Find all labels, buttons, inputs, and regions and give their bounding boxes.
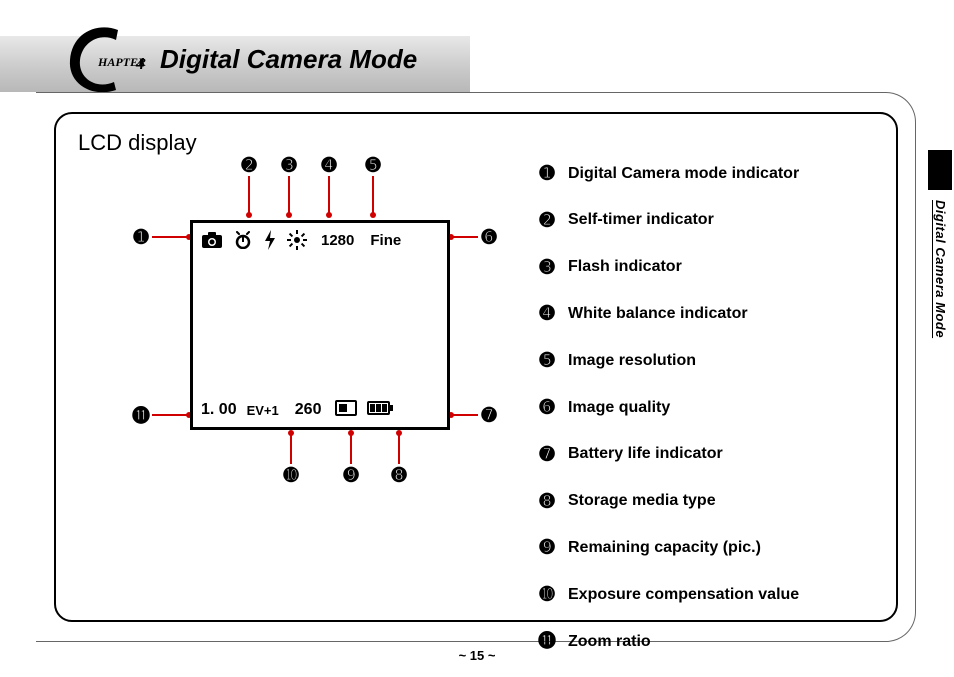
leader <box>398 434 400 464</box>
leader <box>350 434 352 464</box>
leader <box>152 236 188 238</box>
self-timer-icon <box>233 231 253 249</box>
legend-item: ➎Image resolution <box>536 337 799 384</box>
legend-item: ➍White balance indicator <box>536 290 799 337</box>
callout-10: ➓ <box>280 464 302 486</box>
leader <box>328 176 330 214</box>
legend-item: ➓Exposure compensation value <box>536 571 799 618</box>
callout-2: ➋ <box>238 154 260 176</box>
lcd-frame: 1280 Fine 1. 00 EV+1 260 <box>190 220 450 430</box>
legend-list: ➊Digital Camera mode indicator ➋Self-tim… <box>536 150 799 665</box>
chapter-title: Digital Camera Mode <box>160 44 417 75</box>
camera-icon <box>201 231 223 249</box>
lcd-diagram: ➋ ➌ ➍ ➎ ➊ ⓫ ➏ ➐ ➓ ➒ ➑ <box>130 154 500 494</box>
image-quality-value: Fine <box>370 232 401 249</box>
flash-icon <box>263 230 277 250</box>
legend-item: ➐Battery life indicator <box>536 431 799 478</box>
remaining-capacity-value: 260 <box>295 401 322 419</box>
leader-tick <box>246 212 252 218</box>
side-section-label: Digital Camera Mode <box>933 200 948 338</box>
callout-8: ➑ <box>388 464 410 486</box>
leader-tick <box>396 430 402 436</box>
callout-11: ⓫ <box>130 404 152 426</box>
leader <box>288 176 290 214</box>
white-balance-icon <box>287 230 307 250</box>
leader-tick <box>288 430 294 436</box>
callout-6: ➏ <box>478 226 500 248</box>
lcd-top-row: 1280 Fine <box>193 223 447 257</box>
leader <box>248 176 250 214</box>
side-thumb-tab <box>928 150 952 190</box>
leader-tick <box>326 212 332 218</box>
callout-4: ➍ <box>318 154 340 176</box>
callout-1: ➊ <box>130 226 152 248</box>
leader-tick <box>286 212 292 218</box>
legend-item: ➊Digital Camera mode indicator <box>536 150 799 197</box>
lcd-bottom-row: 1. 00 EV+1 260 <box>193 393 447 427</box>
battery-icon <box>367 401 393 420</box>
legend-item: ➏Image quality <box>536 384 799 431</box>
legend-item: ➒Remaining capacity (pic.) <box>536 524 799 571</box>
leader <box>452 236 478 238</box>
callout-7: ➐ <box>478 404 500 426</box>
leader <box>290 434 292 464</box>
leader <box>372 176 374 214</box>
legend-item: ➋Self-timer indicator <box>536 197 799 244</box>
image-resolution-value: 1280 <box>321 232 354 249</box>
page-number: ~ 15 ~ <box>0 648 954 663</box>
callout-9: ➒ <box>340 464 362 486</box>
legend-item: ➌Flash indicator <box>536 244 799 291</box>
leader <box>152 414 188 416</box>
chapter-icon: HAPTER 4 <box>58 20 148 98</box>
callout-3: ➌ <box>278 154 300 176</box>
leader-tick <box>348 430 354 436</box>
section-box: LCD display ➋ ➌ ➍ ➎ ➊ ⓫ ➏ ➐ ➓ ➒ ➑ <box>54 112 898 622</box>
ev-value: EV+1 <box>247 403 279 418</box>
leader <box>452 414 478 416</box>
legend-item: ➑Storage media type <box>536 478 799 525</box>
chapter-number: 4 <box>135 54 145 73</box>
callout-5: ➎ <box>362 154 384 176</box>
leader-tick <box>370 212 376 218</box>
storage-media-icon <box>335 400 357 421</box>
zoom-ratio-value: 1. 00 <box>201 401 237 419</box>
